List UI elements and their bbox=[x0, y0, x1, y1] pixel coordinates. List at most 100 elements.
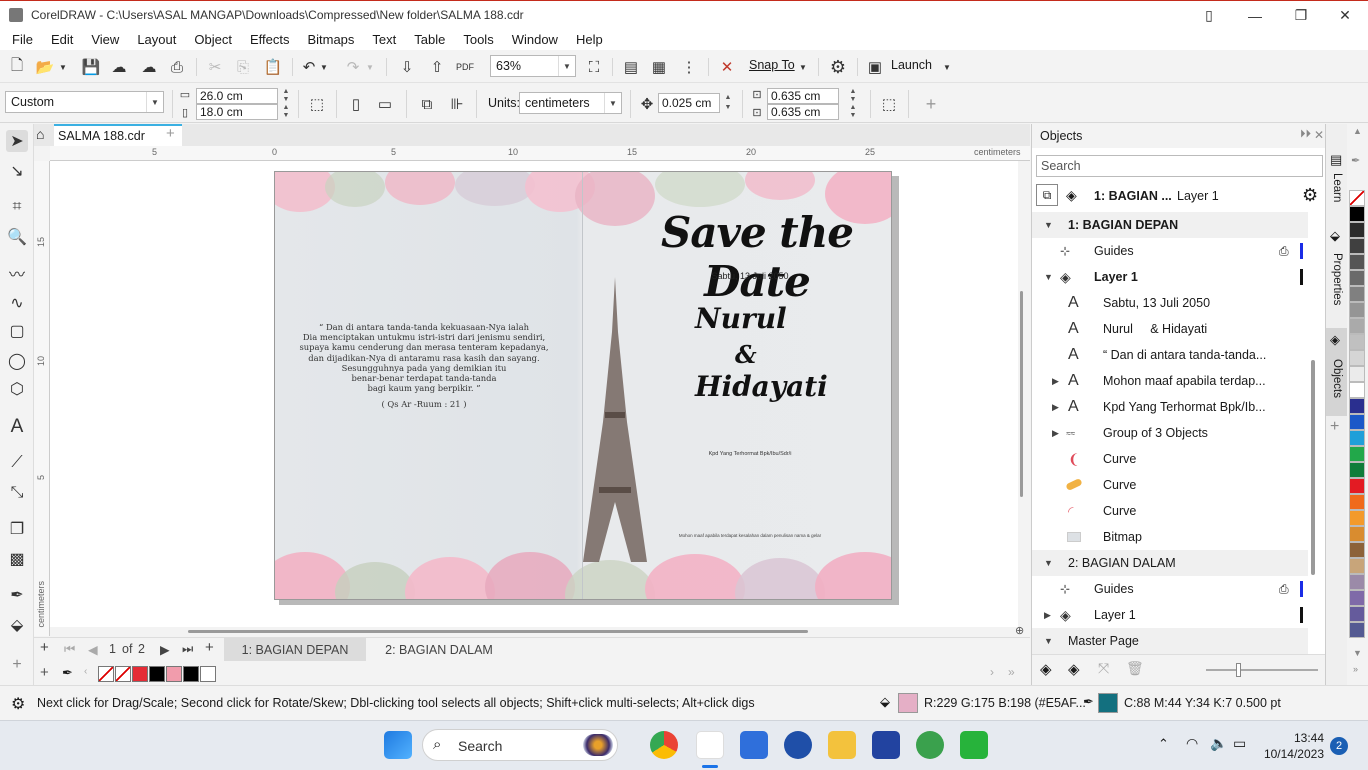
app-icon[interactable] bbox=[916, 731, 944, 759]
page-selector-icon[interactable]: ⧉ bbox=[1036, 184, 1058, 206]
color-swatch[interactable] bbox=[1349, 254, 1365, 270]
lock-icon[interactable]: ⎙ bbox=[1279, 244, 1289, 259]
crop-tool-icon[interactable]: ⌗ bbox=[6, 196, 28, 218]
menu-tools[interactable]: Tools bbox=[454, 32, 502, 47]
no-outline-swatch[interactable] bbox=[115, 666, 131, 682]
close-button[interactable]: ✕ bbox=[1322, 1, 1368, 30]
color-swatch[interactable] bbox=[1349, 446, 1365, 462]
document-tab[interactable]: SALMA 188.cdr bbox=[54, 124, 182, 146]
page-tab-2[interactable]: 2: BAGIAN DALAM bbox=[368, 638, 510, 662]
landscape-icon[interactable]: ▭ bbox=[374, 93, 396, 115]
pink-swatch[interactable] bbox=[166, 666, 182, 682]
next-page-icon[interactable]: ▶ bbox=[160, 642, 170, 657]
zoom-navigator-icon[interactable]: ⊕ bbox=[1015, 624, 1024, 637]
docker-close-icon[interactable]: ✕ bbox=[1314, 128, 1324, 142]
page-preset-combo[interactable]: Custom ▼ bbox=[5, 91, 164, 113]
properties-tab[interactable]: Properties bbox=[1326, 244, 1348, 314]
scroll-left-icon[interactable]: ‹ bbox=[84, 666, 87, 677]
bleed-icon[interactable]: ⊪ bbox=[446, 93, 468, 115]
tree-text-object[interactable]: ▶ A Kpd Yang Terhormat Bpk/Ib... bbox=[1032, 394, 1308, 420]
color-swatch[interactable] bbox=[1349, 334, 1365, 350]
menu-text[interactable]: Text bbox=[363, 32, 405, 47]
add-docker-icon[interactable]: + bbox=[1330, 418, 1339, 436]
color-swatch[interactable] bbox=[1349, 286, 1365, 302]
objects-scroll-thumb[interactable] bbox=[1311, 360, 1315, 575]
add-tool-icon[interactable]: + bbox=[920, 93, 942, 115]
new-layer-icon[interactable]: ◈ bbox=[1040, 660, 1052, 678]
ellipse-tool-icon[interactable]: ◯ bbox=[6, 350, 28, 372]
show-guidelines-icon[interactable]: ⋮ bbox=[678, 56, 700, 78]
coreldraw-taskbar-icon[interactable] bbox=[696, 731, 724, 759]
cloud-icon[interactable]: ☁ bbox=[138, 56, 160, 78]
polygon-tool-icon[interactable]: ⬡ bbox=[6, 378, 28, 400]
color-swatch[interactable] bbox=[1349, 510, 1365, 526]
vertical-scrollbar[interactable] bbox=[1018, 161, 1030, 627]
palette-expand-icon[interactable]: » bbox=[1353, 664, 1358, 674]
tree-guides[interactable]: ⊹ Guides ⎙ bbox=[1032, 238, 1308, 264]
tree-text-object[interactable]: A “ Dan di antara tanda-tanda... bbox=[1032, 342, 1308, 368]
black-swatch[interactable] bbox=[149, 666, 165, 682]
red-swatch[interactable] bbox=[132, 666, 148, 682]
dimension-tool-icon[interactable]: ⟋ bbox=[6, 452, 28, 474]
tree-guides[interactable]: ⊹ Guides ⎙ bbox=[1032, 576, 1308, 602]
delete-icon[interactable]: 🗑 bbox=[1126, 660, 1144, 677]
first-page-icon[interactable]: ⏮ bbox=[64, 642, 75, 657]
menu-view[interactable]: View bbox=[82, 32, 128, 47]
menu-edit[interactable]: Edit bbox=[42, 32, 82, 47]
color-swatch[interactable] bbox=[1349, 318, 1365, 334]
pick-tool-icon[interactable]: ➤ bbox=[6, 130, 28, 152]
menu-layout[interactable]: Layout bbox=[128, 32, 185, 47]
thumbnail-size-slider[interactable] bbox=[1206, 669, 1318, 671]
tree-layer-1[interactable]: ▶ ◈ Layer 1 bbox=[1032, 602, 1308, 628]
status-gear-icon[interactable]: ⚙ bbox=[11, 694, 25, 714]
tree-text-object[interactable]: A Sabtu, 13 Juli 2050 bbox=[1032, 290, 1308, 316]
tree-page-1[interactable]: ▼ 1: BAGIAN DEPAN bbox=[1032, 212, 1308, 238]
chrome-icon[interactable] bbox=[650, 731, 678, 759]
freehand-tool-icon[interactable]: 〰 bbox=[6, 262, 28, 284]
menu-table[interactable]: Table bbox=[405, 32, 454, 47]
tree-group-object[interactable]: ▶ ≈≈ Group of 3 Objects bbox=[1032, 420, 1308, 446]
size-spinner-arrows[interactable]: ▲ ▼ ▲ ▼ bbox=[280, 88, 292, 120]
open-icon[interactable]: 📂 bbox=[34, 56, 56, 78]
interactive-fill-tool-icon[interactable]: ⬙ bbox=[6, 614, 28, 636]
app-icon[interactable] bbox=[960, 731, 988, 759]
no-color-swatch[interactable] bbox=[1349, 190, 1365, 206]
launch-label[interactable]: Launch bbox=[891, 58, 932, 72]
text-tool-icon[interactable]: A bbox=[6, 416, 28, 438]
rectangle-tool-icon[interactable]: ▢ bbox=[6, 320, 28, 342]
page-tab-1[interactable]: 1: BAGIAN DEPAN bbox=[224, 638, 366, 662]
shape-tool-icon[interactable]: ↘ bbox=[6, 160, 28, 182]
current-page-name[interactable]: 1: BAGIAN ... bbox=[1094, 189, 1172, 203]
publish-pdf-icon[interactable]: PDF bbox=[454, 56, 476, 78]
palette-eyedropper-icon[interactable]: ✒ bbox=[1351, 154, 1360, 167]
white-swatch[interactable] bbox=[200, 666, 216, 682]
color-swatch[interactable] bbox=[1349, 414, 1365, 430]
docker-expand-icon[interactable]: ⏵⏵ bbox=[1300, 128, 1311, 141]
nudge-distance-input[interactable]: 0.025 cm bbox=[658, 93, 720, 113]
maximize-button[interactable]: ❐ bbox=[1278, 1, 1324, 30]
export-icon[interactable]: ⇧ bbox=[426, 56, 448, 78]
color-swatch[interactable] bbox=[1349, 574, 1365, 590]
learn-icon[interactable]: ▤ bbox=[1330, 152, 1342, 168]
color-swatch[interactable] bbox=[1349, 558, 1365, 574]
paste-icon[interactable]: 📋 bbox=[262, 56, 284, 78]
cloud-upload-icon[interactable]: ☁ bbox=[108, 56, 130, 78]
palette-scroll-up-icon[interactable]: ▲ bbox=[1353, 126, 1362, 136]
add-page-before-icon[interactable]: + bbox=[40, 639, 49, 656]
all-pages-icon[interactable]: ⬚ bbox=[306, 93, 328, 115]
previous-page-icon[interactable]: ◀ bbox=[88, 642, 98, 657]
color-swatch[interactable] bbox=[1349, 270, 1365, 286]
clock-time[interactable]: 13:44 bbox=[1290, 731, 1324, 745]
objects-tab-active[interactable]: ◈ Objects bbox=[1326, 328, 1348, 416]
cut-icon[interactable]: ✂ bbox=[204, 56, 226, 78]
tree-bitmap-object[interactable]: Bitmap bbox=[1032, 524, 1308, 550]
all-pages-size-icon[interactable]: ⧉ bbox=[416, 93, 438, 115]
vertical-scroll-thumb[interactable] bbox=[1020, 291, 1023, 497]
undo-dropdown-icon[interactable]: ▼ bbox=[318, 56, 330, 78]
battery-icon[interactable]: ▭ bbox=[1233, 735, 1246, 752]
no-fill-swatch[interactable] bbox=[98, 666, 114, 682]
windows-start-icon[interactable] bbox=[384, 731, 412, 759]
color-swatch[interactable] bbox=[1349, 222, 1365, 238]
color-swatch[interactable] bbox=[1349, 350, 1365, 366]
tree-curve-object[interactable]: Curve bbox=[1032, 472, 1308, 498]
